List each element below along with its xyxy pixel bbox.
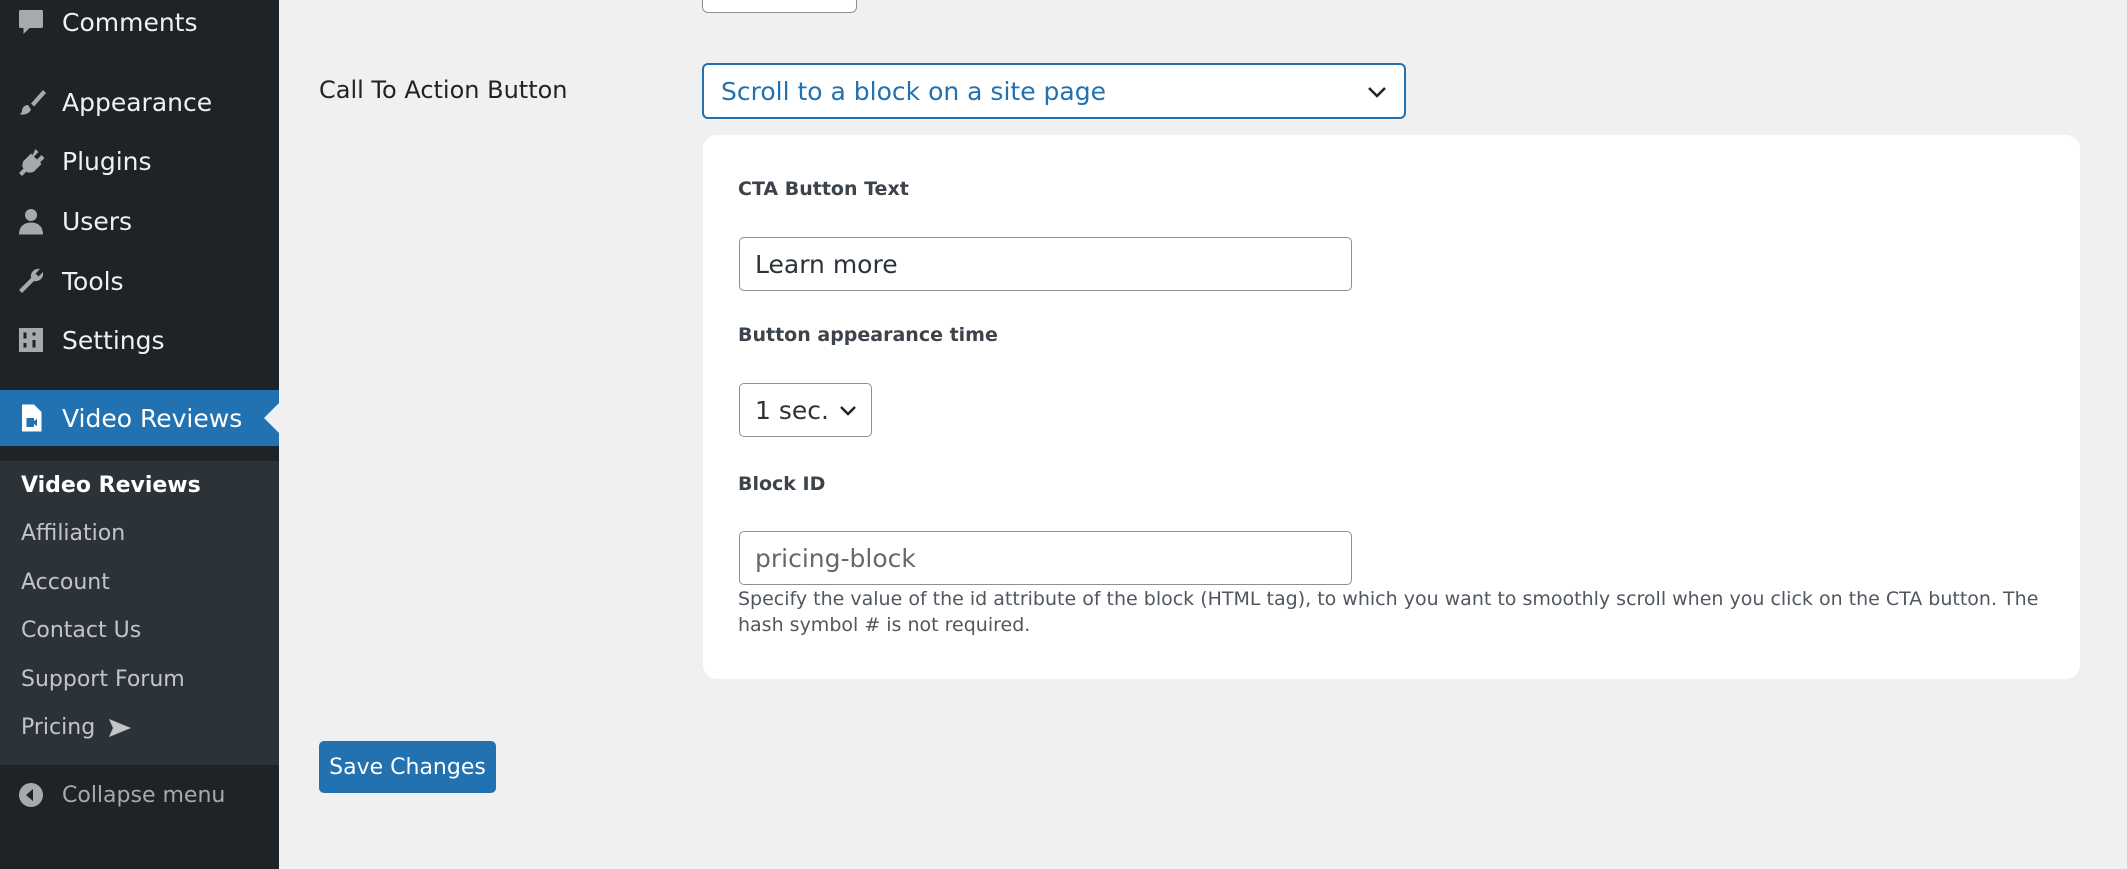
save-changes-button[interactable]: Save Changes: [319, 741, 496, 793]
collapse-arrow-icon: [19, 783, 43, 807]
submenu-item-label: Video Reviews: [21, 473, 201, 498]
cta-type-select[interactable]: Scroll to a block on a site page: [702, 63, 1406, 119]
cta-field-label: Call To Action Button: [319, 76, 568, 104]
active-menu-pointer: [264, 402, 280, 434]
wrench-icon: [16, 266, 46, 296]
sidebar-item-label: Video Reviews: [62, 403, 243, 433]
sidebar-item-users[interactable]: Users: [0, 193, 279, 249]
submenu-item-label: Contact Us: [21, 618, 142, 643]
submenu-item-contact-us[interactable]: Contact Us: [21, 618, 141, 643]
sidebar-item-settings[interactable]: Settings: [0, 312, 279, 368]
sidebar-item-tools[interactable]: Tools: [0, 253, 279, 309]
chevron-down-icon: [1368, 87, 1386, 98]
sidebar-item-video-reviews[interactable]: Video Reviews: [0, 390, 279, 446]
cta-select-value: Scroll to a block on a site page: [721, 76, 1106, 106]
submenu-item-label: Account: [21, 570, 110, 595]
appearance-time-label: Button appearance time: [738, 324, 998, 346]
sidebar-item-label: Plugins: [62, 146, 152, 176]
paintbrush-icon: [16, 87, 46, 117]
cta-text-input[interactable]: Learn more: [739, 237, 1352, 291]
sidebar-item-plugins[interactable]: Plugins: [0, 133, 279, 189]
settings-sliders-icon: [16, 325, 46, 355]
comment-icon: [16, 7, 46, 37]
submenu-item-support-forum[interactable]: Support Forum: [21, 667, 185, 692]
partial-input-field[interactable]: [702, 0, 857, 13]
submenu-item-label: Affiliation: [21, 521, 126, 546]
sidebar-item-label: Comments: [62, 7, 198, 37]
plug-icon: [16, 146, 46, 176]
sidebar-item-label: Tools: [62, 266, 124, 296]
block-id-label: Block ID: [738, 473, 826, 495]
block-id-help-text: Specify the value of the id attribute of…: [738, 588, 2039, 636]
paper-plane-arrow-icon: [109, 718, 132, 737]
sidebar-item-label: Appearance: [62, 87, 213, 117]
sidebar-item-appearance[interactable]: Appearance: [0, 74, 279, 130]
sidebar-item-label: Settings: [62, 325, 165, 355]
submenu-item-video-reviews[interactable]: Video Reviews: [21, 473, 201, 498]
submenu-item-affiliation[interactable]: Affiliation: [21, 521, 125, 546]
video-reviews-submenu: Video Reviews Affiliation Account Contac…: [0, 461, 279, 765]
sidebar-item-label: Users: [62, 206, 133, 236]
block-id-input[interactable]: pricing-block: [739, 531, 1352, 585]
admin-sidebar: Comments Appearance Plugins Users Tools …: [0, 0, 280, 869]
appearance-time-value: 1 sec.: [755, 395, 829, 425]
submenu-item-label: Support Forum: [21, 667, 185, 692]
collapse-menu-button[interactable]: Collapse menu: [0, 770, 279, 820]
sidebar-item-comments[interactable]: Comments: [0, 0, 279, 50]
chevron-down-icon: [840, 406, 856, 416]
submenu-item-label: Pricing: [21, 715, 96, 740]
cta-text-label: CTA Button Text: [738, 178, 909, 200]
appearance-time-select[interactable]: 1 sec.: [739, 383, 872, 437]
submenu-item-account[interactable]: Account: [21, 570, 110, 595]
video-document-icon: [16, 403, 46, 433]
cta-settings-card: CTA Button Text Learn more Button appear…: [703, 135, 2080, 679]
submenu-item-pricing[interactable]: Pricing: [21, 715, 132, 740]
user-icon: [16, 206, 46, 236]
collapse-menu-label: Collapse menu: [62, 782, 226, 808]
